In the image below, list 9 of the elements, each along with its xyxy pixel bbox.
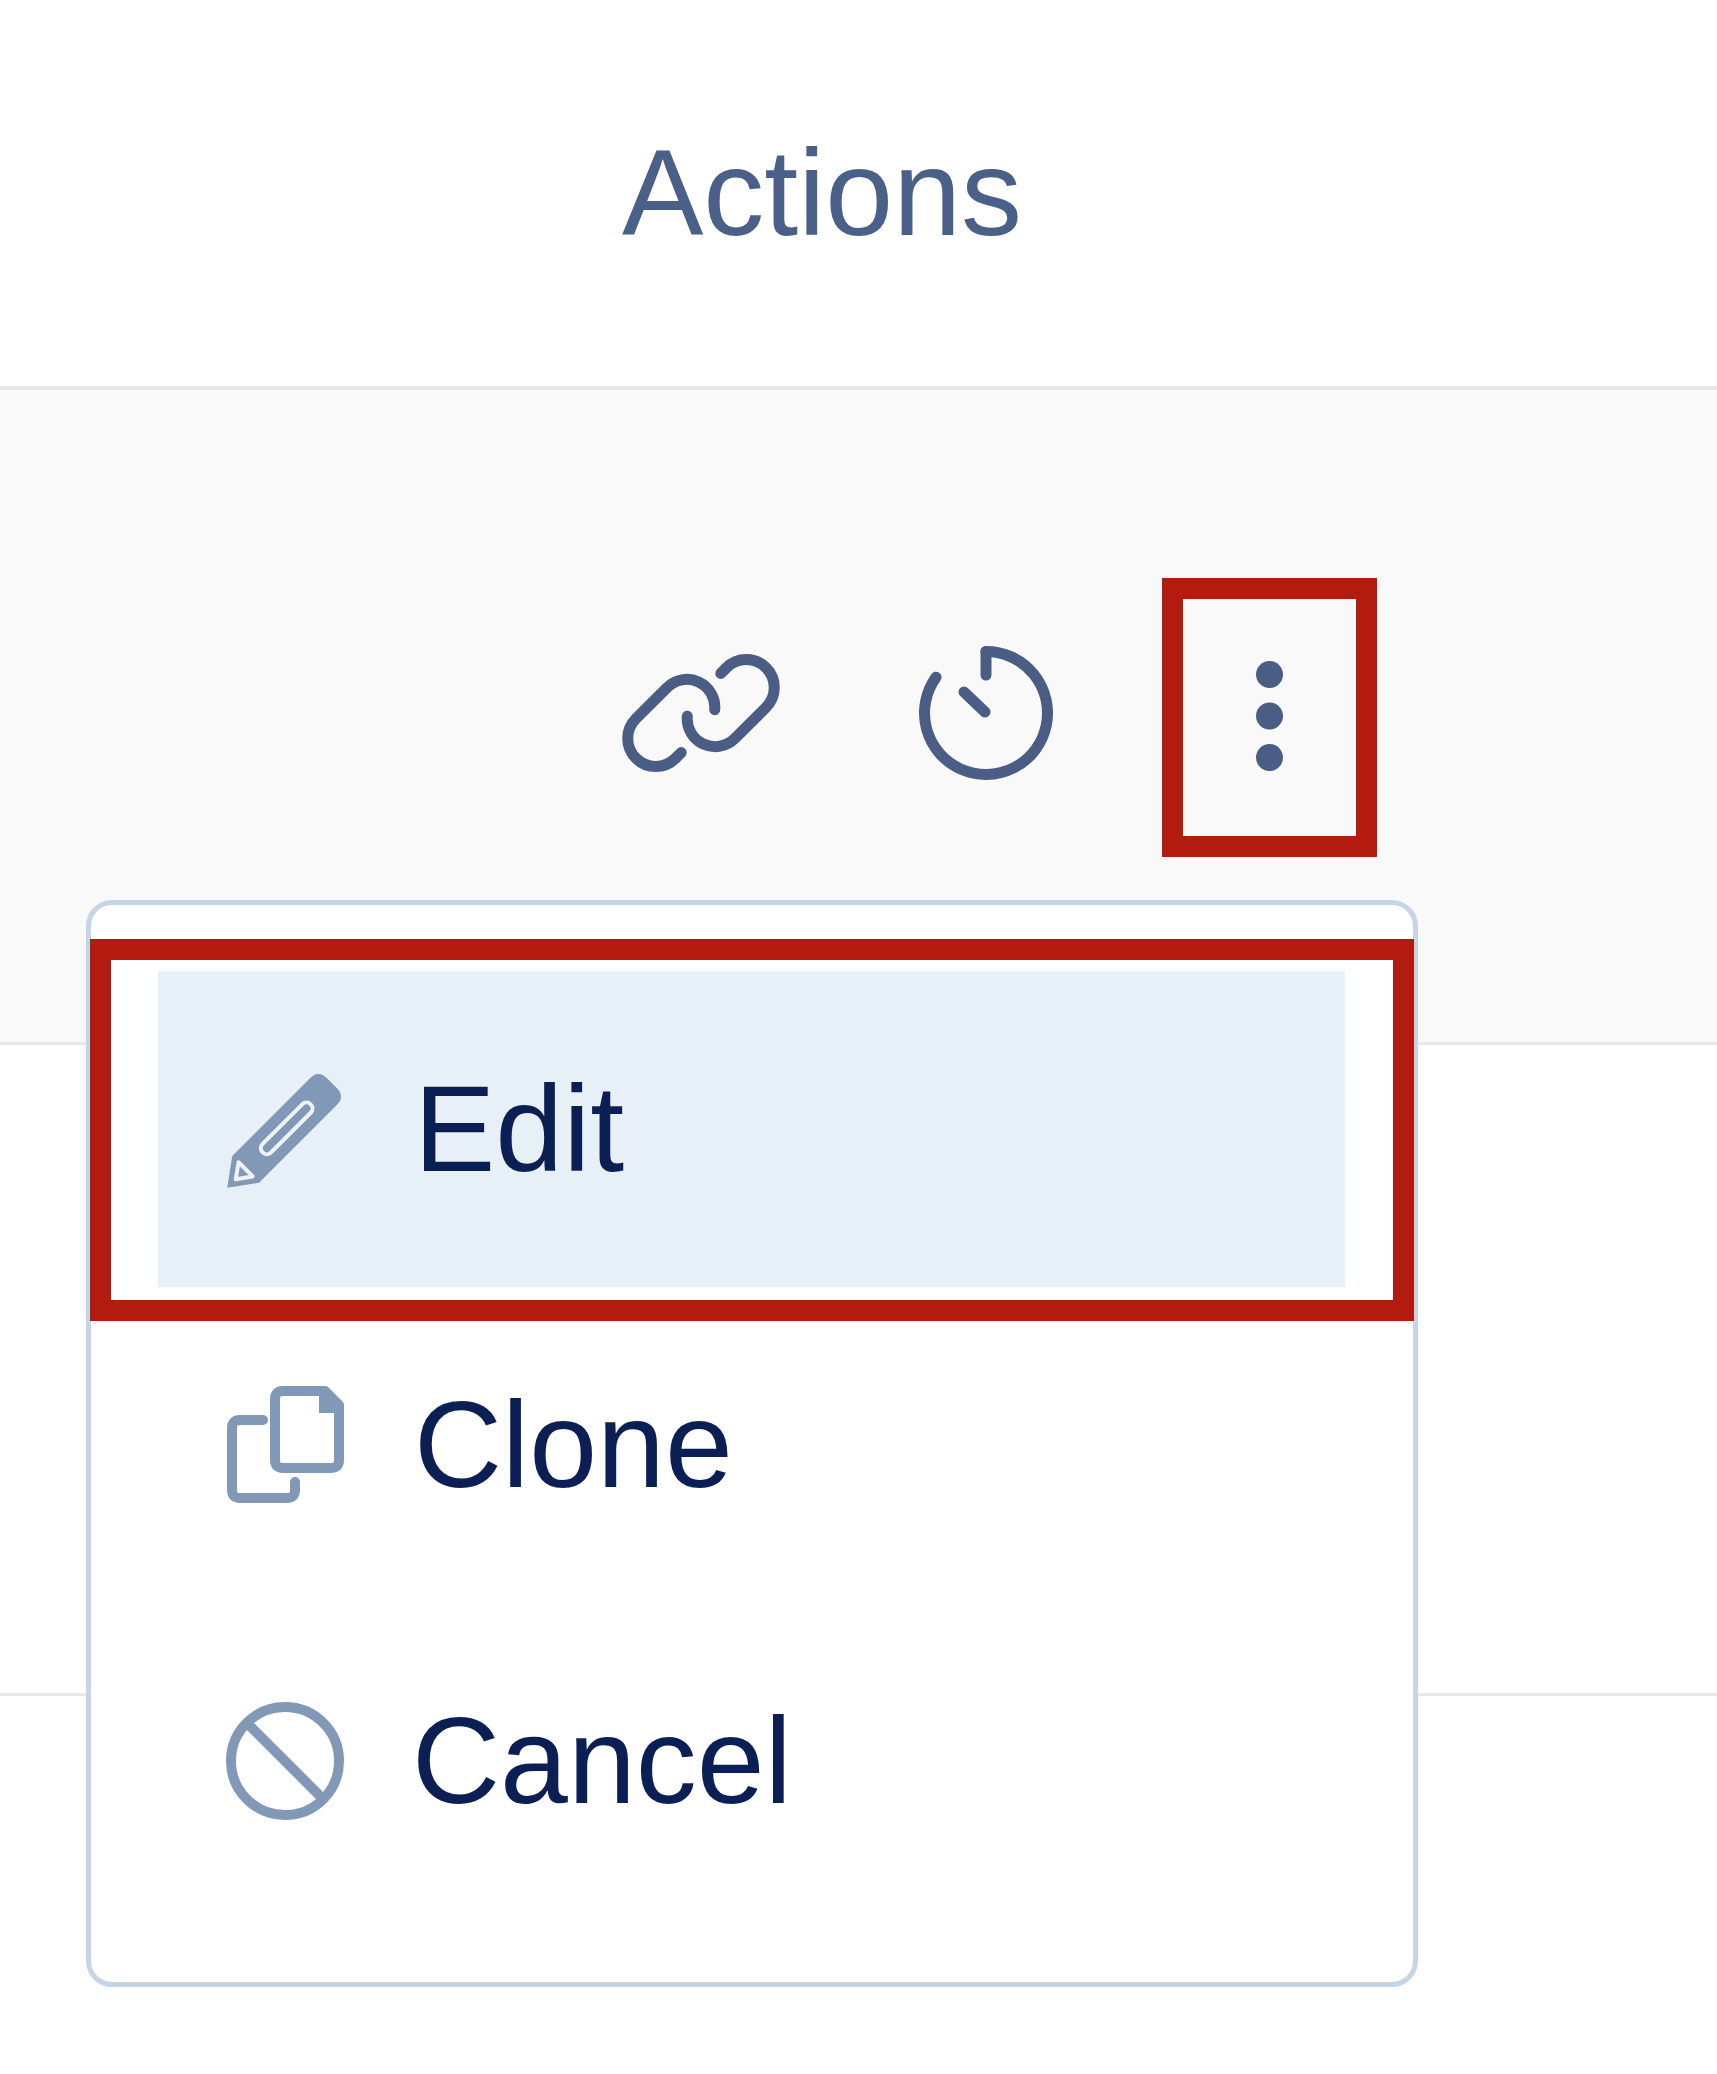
column-header: Actions — [622, 132, 1023, 254]
copy-icon — [225, 1386, 347, 1504]
menu-item[interactable]: Edit — [158, 971, 1345, 1287]
chain-link-icon[interactable] — [622, 652, 780, 774]
prohibition-icon — [225, 1701, 345, 1821]
menu-item[interactable]: Cancel — [158, 1603, 1345, 1919]
vertical-dots-icon[interactable] — [1256, 661, 1283, 771]
timer-icon[interactable] — [919, 646, 1053, 780]
menu-item[interactable]: Clone — [158, 1287, 1345, 1603]
